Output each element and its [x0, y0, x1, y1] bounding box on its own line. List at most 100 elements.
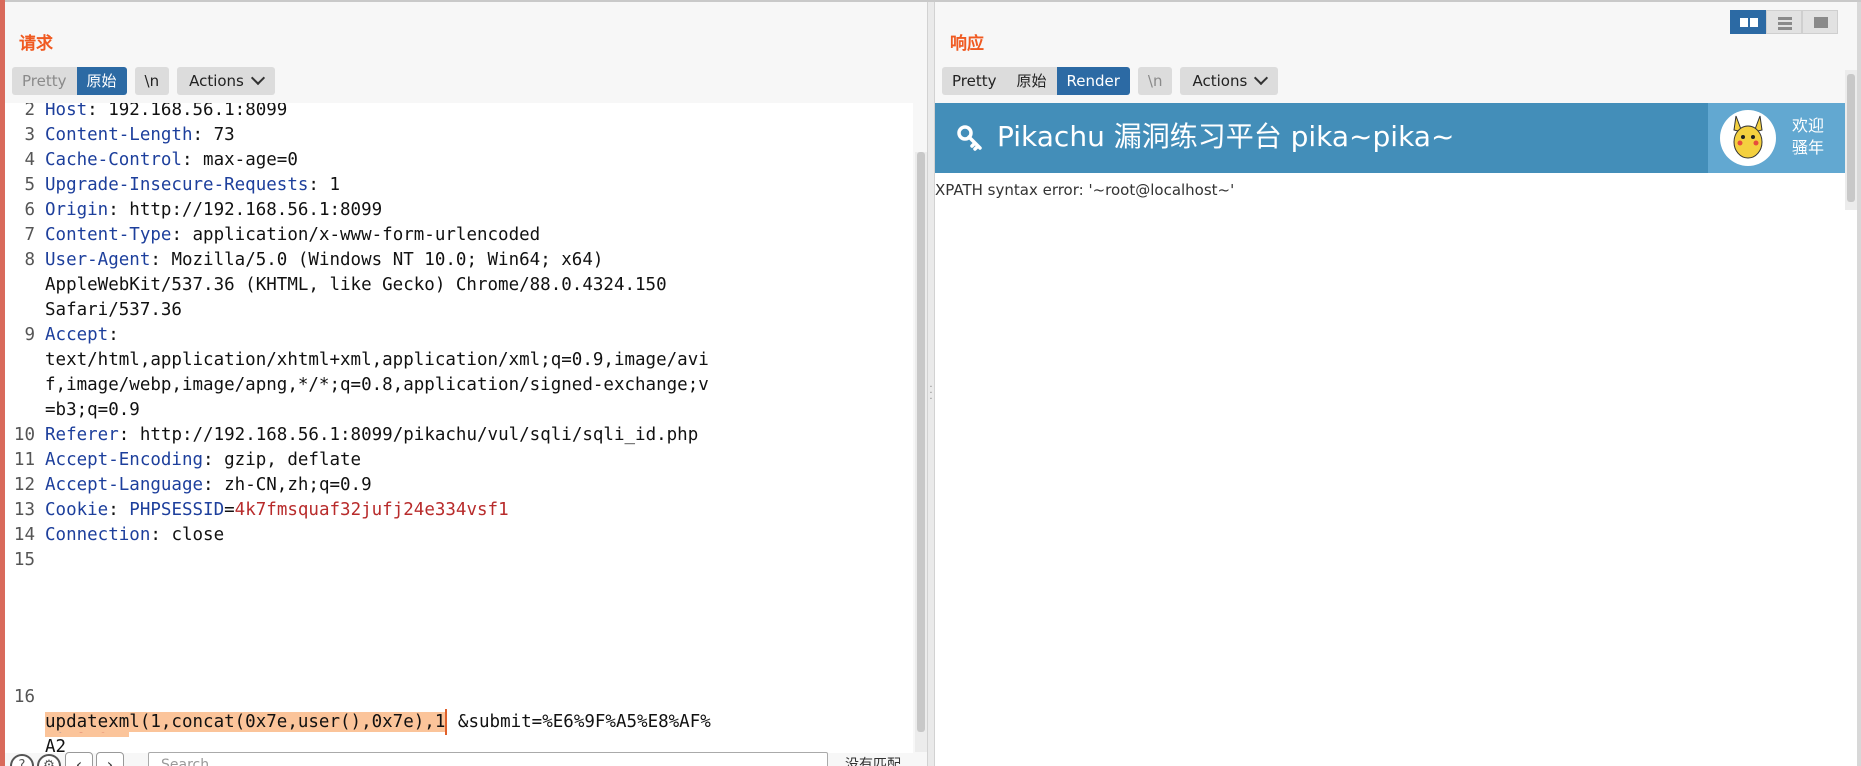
header-value: AppleWebKit/537.36 (KHTML, like Gecko) C…	[45, 275, 667, 295]
header-name: Accept-Language	[45, 475, 204, 495]
next-match-button[interactable]: ›	[96, 752, 124, 766]
header-name: Accept	[45, 325, 109, 345]
welcome-line-2: 骚年	[1792, 138, 1825, 157]
header-separator: :	[108, 200, 130, 220]
header-name: Upgrade-Insecure-Requests	[45, 175, 309, 195]
previous-match-button[interactable]: ‹	[65, 752, 93, 766]
header-value: 1	[329, 175, 341, 195]
body-rest-2: A2	[45, 737, 67, 753]
columns-icon	[1740, 18, 1748, 27]
header-value: application/x-www-form-urlencoded	[192, 225, 541, 245]
cookie-value: 4k7fmsquaf32jufj24e334vsf1	[234, 500, 509, 520]
header-separator: :	[150, 525, 172, 545]
request-body-line-wrap-2: A2	[5, 702, 913, 753]
response-pretty-tab[interactable]: Pretty	[942, 67, 1007, 95]
window-right-edge	[1857, 2, 1861, 766]
response-newline-button[interactable]: \n	[1137, 67, 1173, 95]
response-scrollbar[interactable]	[1845, 70, 1857, 210]
header-value: gzip, deflate	[224, 450, 362, 470]
request-title: 请求	[19, 34, 53, 54]
key-icon	[957, 125, 982, 151]
request-actions-button[interactable]: Actions	[177, 67, 275, 95]
header-value: zh-CN,zh;q=0.9	[224, 475, 372, 495]
layout-switcher	[1730, 10, 1838, 34]
request-editor[interactable]: 2 Host: 192.168.56.1:8099 3 Content-Length:…	[5, 103, 913, 753]
chevron-down-icon	[1254, 70, 1269, 86]
request-toolbar: Pretty 原始 \n Actions	[12, 67, 275, 95]
header-value: 192.168.56.1:8099	[108, 103, 288, 120]
header-value: http://192.168.56.1:8099	[129, 200, 383, 220]
request-scrollbar[interactable]	[915, 152, 927, 752]
header-name: Host	[45, 103, 88, 120]
pane-divider[interactable]: · · ·	[927, 2, 935, 766]
chevron-down-icon	[250, 70, 265, 86]
header-name: Cookie	[45, 500, 109, 520]
pikachu-icon	[1733, 115, 1763, 159]
header-value: close	[171, 525, 225, 545]
cookie-name: PHPSESSID	[129, 500, 225, 520]
response-actions-button[interactable]: Actions	[1180, 67, 1279, 95]
header-separator: :	[203, 450, 225, 470]
header-separator: :	[87, 103, 109, 120]
welcome-line-1: 欢迎	[1792, 116, 1825, 135]
side-by-side-layout-button[interactable]	[1730, 10, 1766, 34]
header-separator: :	[108, 325, 119, 345]
banner-title: Pikachu 漏洞练习平台 pika~pika~	[997, 120, 1455, 153]
request-raw-tab[interactable]: 原始	[76, 67, 127, 95]
user-box[interactable]: 欢迎 骚年	[1708, 103, 1845, 173]
header-name: Referer	[45, 425, 119, 445]
response-view-toggle: Pretty 原始 Render	[942, 67, 1130, 95]
request-line: 15	[5, 545, 913, 575]
xpath-error-message: XPATH syntax error: '~root@localhost~'	[935, 181, 1235, 199]
request-newline-button[interactable]: \n	[134, 67, 170, 95]
search-input[interactable]: Search...	[148, 752, 828, 766]
header-value: f,image/webp,image/apng,*/*;q=0.8,applic…	[45, 375, 709, 395]
response-actions-label: Actions	[1192, 72, 1248, 90]
divider-grip-icon: · · ·	[929, 382, 933, 405]
header-name: Cache-Control	[45, 150, 182, 170]
request-pretty-tab[interactable]: Pretty	[12, 67, 77, 95]
single-pane-icon	[1814, 17, 1828, 28]
header-separator: :	[203, 475, 225, 495]
no-match-label: 没有匹配	[845, 757, 901, 766]
response-toolbar: Pretty 原始 Render \n Actions	[942, 67, 1279, 95]
request-scrollbar-thumb[interactable]	[917, 152, 925, 732]
header-separator: :	[118, 425, 140, 445]
request-pane: 请求 Pretty 原始 \n Actions 2 Host: 192.168.5…	[5, 2, 927, 766]
header-separator: :	[192, 125, 214, 145]
header-name: Content-Length	[45, 125, 193, 145]
header-name: User-Agent	[45, 250, 151, 270]
header-name: Origin	[45, 200, 109, 220]
rows-icon	[1778, 17, 1792, 20]
header-value: =b3;q=0.9	[45, 400, 140, 420]
response-render-tab[interactable]: Render	[1056, 67, 1130, 95]
response-scrollbar-thumb[interactable]	[1847, 74, 1855, 202]
cookie-eq: =	[224, 500, 235, 520]
header-name: Accept-Encoding	[45, 450, 204, 470]
request-view-toggle: Pretty 原始	[12, 67, 127, 95]
header-value: max-age=0	[203, 150, 298, 170]
header-separator: :	[308, 175, 330, 195]
welcome-text: 欢迎 骚年	[1792, 115, 1824, 159]
header-name: Connection	[45, 525, 151, 545]
response-pane: 响应 Pretty 原始 Render \n Actions Pikachu 漏…	[935, 2, 1857, 766]
response-raw-tab[interactable]: 原始	[1006, 67, 1057, 95]
header-value: Mozilla/5.0 (Windows NT 10.0; Win64; x64…	[171, 250, 604, 270]
header-separator: :	[108, 500, 130, 520]
stacked-layout-button[interactable]	[1766, 10, 1802, 34]
line-number: 15	[13, 550, 35, 570]
header-separator: :	[181, 150, 204, 170]
header-value: 73	[213, 125, 235, 145]
request-actions-label: Actions	[189, 72, 244, 90]
header-value: http://192.168.56.1:8099/pikachu/vul/sql…	[139, 425, 699, 445]
header-value: Safari/537.36	[45, 300, 182, 320]
header-separator: :	[171, 225, 193, 245]
response-title: 响应	[950, 34, 984, 54]
single-layout-button[interactable]	[1802, 10, 1838, 34]
pikachu-avatar	[1720, 110, 1776, 166]
response-render-view: Pikachu 漏洞练习平台 pika~pika~ 欢迎 骚年 XPATH sy…	[935, 103, 1857, 766]
header-separator: :	[150, 250, 172, 270]
header-name: Content-Type	[45, 225, 172, 245]
pikachu-banner: Pikachu 漏洞练习平台 pika~pika~ 欢迎 骚年	[935, 103, 1845, 173]
header-value: text/html,application/xhtml+xml,applicat…	[45, 350, 709, 370]
